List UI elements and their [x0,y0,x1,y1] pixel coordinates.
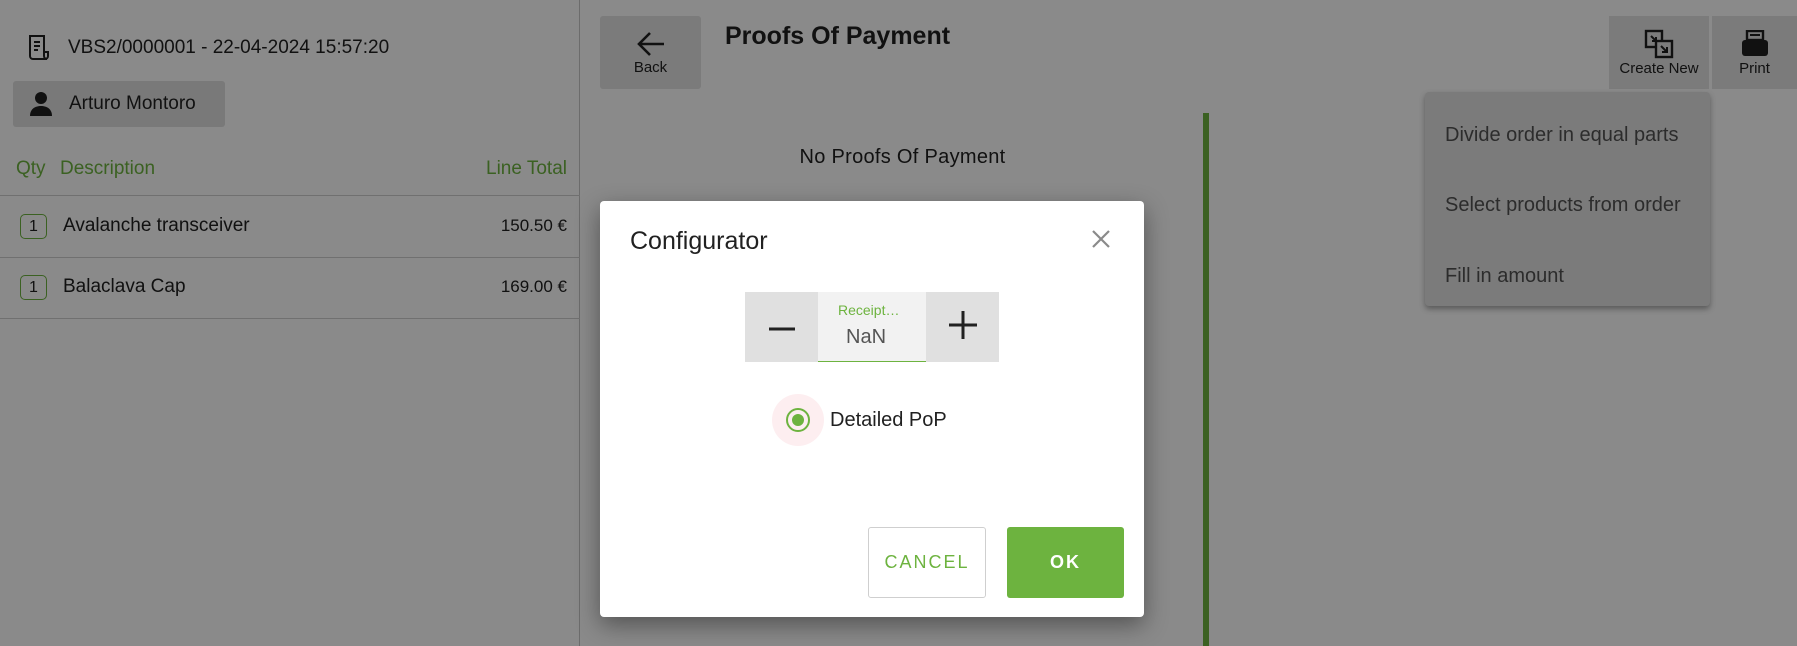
receipt-count-field[interactable]: Receipt… NaN [818,292,926,362]
receipt-count-label: Receipt… [838,302,900,318]
create-new-menu: Divide order in equal parts Select produ… [1425,92,1710,306]
dialog-title: Configurator [630,227,768,255]
configurator-dialog: Configurator Receipt… NaN Detailed PoP C… [600,201,1144,617]
plus-icon [948,310,977,344]
radio-label: Detailed PoP [830,408,947,431]
receipt-count-value: NaN [846,326,887,348]
menu-item-fill-in-amount[interactable]: Fill in amount [1425,241,1710,312]
cancel-button[interactable]: CANCEL [868,527,986,598]
detailed-pop-option[interactable]: Detailed PoP [772,394,947,446]
decrement-button[interactable] [745,292,818,362]
close-button[interactable] [1088,228,1114,254]
ok-button[interactable]: OK [1007,527,1124,598]
increment-button[interactable] [926,292,999,362]
menu-item-divide-equal-parts[interactable]: Divide order in equal parts [1425,100,1710,171]
radio-checked-dot [792,414,804,426]
radio-button[interactable] [772,394,824,446]
menu-item-select-products[interactable]: Select products from order [1425,171,1710,242]
radio-outer [786,408,810,432]
minus-icon [768,318,795,336]
receipt-count-stepper: Receipt… NaN [745,292,999,362]
close-icon [1091,229,1111,254]
